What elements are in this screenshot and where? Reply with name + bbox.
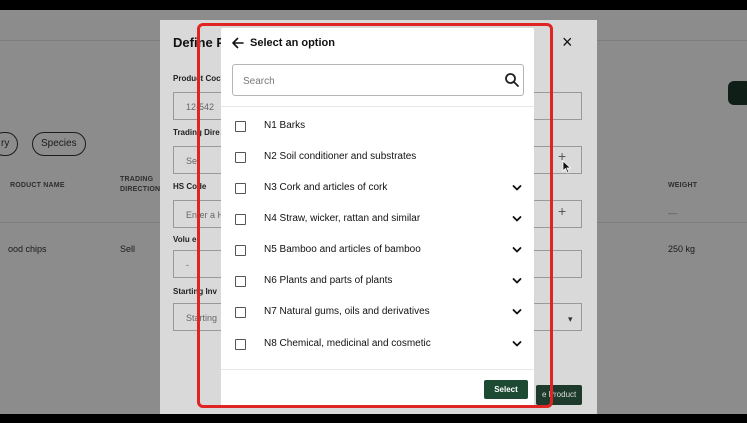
option-item[interactable]: N6 Plants and parts of plants <box>221 267 534 298</box>
search-icon[interactable] <box>504 72 520 88</box>
chevron-down-icon[interactable] <box>512 215 522 223</box>
option-label: N8 Chemical, medicinal and cosmetic <box>264 338 431 349</box>
checkbox[interactable] <box>235 245 246 256</box>
checkbox[interactable] <box>235 339 246 350</box>
letterbox-top <box>0 0 747 10</box>
volume-label: Volu e <box>173 235 197 244</box>
option-item[interactable]: N8 Chemical, medicinal and cosmetic <box>221 330 534 361</box>
list-divider <box>221 106 534 107</box>
hs-code-label: HS Code <box>173 182 207 191</box>
chevron-down-icon[interactable] <box>512 184 522 192</box>
checkbox[interactable] <box>235 183 246 194</box>
panel-title: Define P <box>173 35 226 50</box>
chevron-down-icon[interactable] <box>512 340 522 348</box>
option-label: N3 Cork and articles of cork <box>264 182 388 193</box>
starting-inventory-input-right[interactable] <box>530 303 582 331</box>
chevron-down-icon[interactable] <box>512 308 522 316</box>
trading-direction-input-right[interactable] <box>530 146 582 174</box>
close-icon[interactable]: × <box>562 32 573 53</box>
option-item[interactable]: N4 Straw, wicker, rattan and similar <box>221 205 534 236</box>
trading-direction-label: Trading Dire <box>173 128 220 137</box>
checkbox[interactable] <box>235 152 246 163</box>
mouse-cursor-icon <box>562 160 572 174</box>
checkbox[interactable] <box>235 276 246 287</box>
letterbox-bottom <box>0 414 747 423</box>
option-item[interactable]: N5 Bamboo and articles of bamboo <box>221 236 534 267</box>
checkbox[interactable] <box>235 307 246 318</box>
search-box[interactable] <box>232 64 524 97</box>
screen: ry Species RODUCT NAME TRADING DIRECTION… <box>0 0 747 423</box>
chevron-down-icon[interactable] <box>512 246 522 254</box>
option-item[interactable]: N2 Soil conditioner and substrates <box>221 143 534 174</box>
select-button[interactable]: Select <box>484 380 528 399</box>
search-input[interactable] <box>241 65 495 97</box>
option-item[interactable]: N3 Cork and articles of cork <box>221 174 534 205</box>
volume-input-right[interactable] <box>530 250 582 278</box>
product-code-input-right[interactable] <box>530 92 582 120</box>
caret-down-icon[interactable]: ▾ <box>568 314 573 325</box>
option-item[interactable]: N7 Natural gums, oils and derivatives <box>221 298 534 329</box>
option-label: N7 Natural gums, oils and derivatives <box>264 306 430 317</box>
option-label: N4 Straw, wicker, rattan and similar <box>264 213 421 224</box>
option-item[interactable]: N1 Barks <box>221 112 534 143</box>
hs-code-input-right[interactable] <box>530 200 582 228</box>
option-label: N5 Bamboo and articles of bamboo <box>264 244 421 255</box>
select-option-modal: Select an option N1 Barks N2 Soil condit… <box>221 28 534 407</box>
chevron-down-icon[interactable] <box>512 277 522 285</box>
save-product-button[interactable]: e Product <box>536 385 582 405</box>
modal-header: Select an option <box>221 28 534 60</box>
checkbox[interactable] <box>235 121 246 132</box>
starting-inventory-label: Starting Inv <box>173 287 218 296</box>
arrow-left-icon[interactable] <box>231 36 245 50</box>
modal-title: Select an option <box>250 37 335 49</box>
product-code-label: Product Coc <box>173 74 221 83</box>
footer-divider <box>221 369 534 370</box>
option-label: N2 Soil conditioner and substrates <box>264 151 417 162</box>
checkbox[interactable] <box>235 214 246 225</box>
plus-icon[interactable]: + <box>558 203 566 219</box>
option-label: N1 Barks <box>264 120 306 131</box>
option-label: N6 Plants and parts of plants <box>264 275 393 286</box>
